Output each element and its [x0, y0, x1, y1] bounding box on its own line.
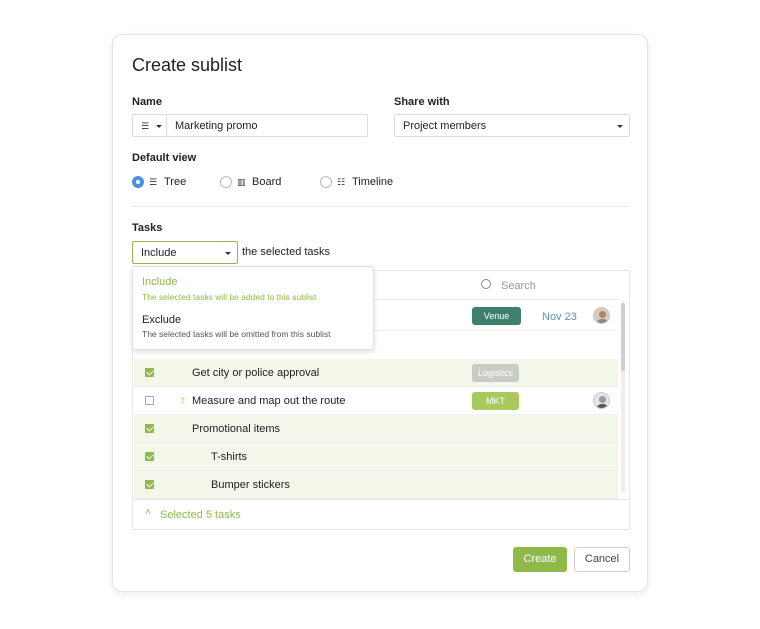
create-button[interactable]: Create [513, 547, 567, 572]
board-view-label[interactable]: Board [252, 176, 281, 188]
include-mode-dropdown: Include The selected tasks will be added… [132, 266, 374, 350]
chevron-up-icon: ˄ [145, 507, 151, 518]
table-row[interactable]: Promotional items [134, 415, 618, 443]
due-date: Nov 23 [542, 311, 577, 323]
default-view-label: Default view [132, 152, 197, 164]
table-row[interactable]: Bumper stickers [134, 471, 618, 499]
cancel-button[interactable]: Cancel [574, 547, 630, 572]
create-sublist-dialog: Create sublist Name ☰ Marketing promo Sh… [112, 34, 648, 592]
chevron-down-icon [156, 125, 162, 128]
include-mode-select[interactable]: Include [132, 241, 238, 264]
task-checkbox[interactable] [145, 424, 154, 433]
share-with-value: Project members [403, 120, 487, 132]
task-name: T-shirts [211, 451, 248, 463]
task-checkbox[interactable] [145, 480, 154, 489]
board-view-icon: ▥ [237, 177, 246, 187]
name-value: Marketing promo [175, 120, 258, 132]
option-include[interactable]: Include The selected tasks will be added… [133, 271, 373, 307]
list-type-selector[interactable]: ☰ [133, 115, 167, 136]
table-row[interactable]: Get city or police approval Logistics [134, 359, 618, 387]
option-exclude[interactable]: Exclude The selected tasks will be omitt… [133, 309, 373, 345]
selected-summary: Selected 5 tasks [160, 509, 241, 521]
share-with-label: Share with [394, 96, 450, 108]
task-name: Bumper stickers [211, 479, 290, 491]
option-description: The selected tasks will be omitted from … [142, 329, 331, 339]
tasks-label: Tasks [132, 222, 163, 234]
table-row[interactable]: T-shirts [134, 443, 618, 471]
task-name: Measure and map out the route [192, 395, 346, 407]
dialog-title: Create sublist [132, 55, 243, 75]
task-checkbox[interactable] [145, 396, 154, 405]
timeline-view-label[interactable]: Timeline [352, 176, 393, 188]
tag-logistics: Logistics [472, 364, 519, 382]
avatar [593, 307, 610, 324]
chevron-down-icon [617, 125, 623, 128]
option-title: Include [142, 276, 178, 288]
selected-summary-bar[interactable]: ˄ Selected 5 tasks [133, 499, 629, 529]
name-label: Name [132, 96, 162, 108]
tree-view-radio[interactable] [132, 176, 144, 188]
task-search[interactable]: Search [481, 279, 621, 295]
timeline-view-icon: ☷ [337, 177, 346, 187]
list-icon: ☰ [141, 121, 150, 131]
scrollbar-thumb[interactable] [621, 303, 625, 371]
task-name: Promotional items [192, 423, 281, 435]
table-row[interactable]: ↑ Measure and map out the route MKT [134, 387, 618, 415]
tag-mkt: MKT [472, 392, 519, 410]
task-checkbox[interactable] [145, 452, 154, 461]
task-checkbox[interactable] [145, 368, 154, 377]
tag-venue: Venue [472, 307, 521, 325]
arrow-up-icon: ↑ [180, 393, 186, 407]
option-description: The selected tasks will be added to this… [142, 292, 317, 302]
board-view-radio[interactable] [220, 176, 232, 188]
mode-suffix: the selected tasks [242, 246, 331, 258]
section-divider [132, 206, 630, 207]
include-mode-value: Include [141, 247, 177, 259]
timeline-view-radio[interactable] [320, 176, 332, 188]
task-name: Get city or police approval [192, 367, 320, 379]
name-field[interactable]: ☰ Marketing promo [132, 114, 368, 137]
search-icon [481, 279, 491, 289]
option-title: Exclude [142, 314, 182, 326]
tree-view-label[interactable]: Tree [164, 176, 186, 188]
chevron-down-icon [225, 252, 231, 255]
search-placeholder[interactable]: Search [501, 280, 536, 292]
share-with-select[interactable]: Project members [394, 114, 630, 137]
avatar [593, 392, 610, 409]
tree-view-icon: ☰ [149, 177, 158, 187]
